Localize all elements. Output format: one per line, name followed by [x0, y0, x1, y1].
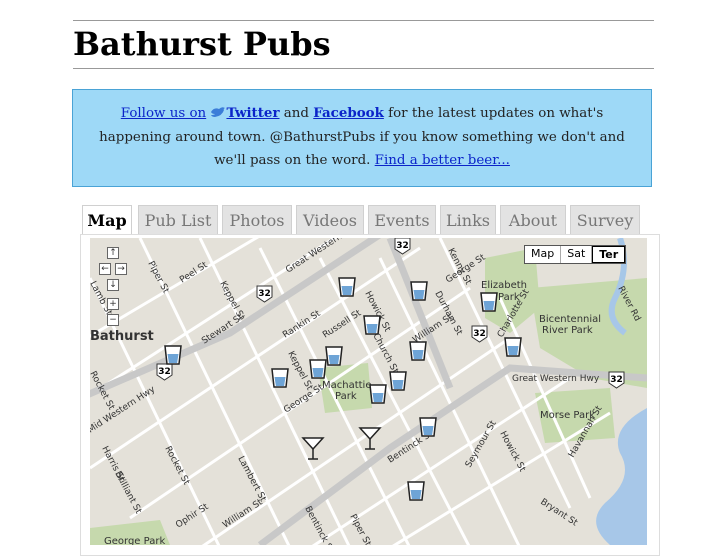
pub-marker[interactable] [409, 341, 427, 361]
twitter-bird-icon [210, 103, 226, 117]
label-machattie-park: Park [335, 391, 357, 402]
label-george-park: George Park [104, 536, 165, 545]
tab-about[interactable]: About [500, 205, 566, 235]
pan-up-control[interactable]: ↑ [107, 247, 119, 259]
pub-marker[interactable] [369, 384, 387, 404]
pub-marker[interactable] [338, 277, 356, 297]
zoom-out-control[interactable]: − [107, 314, 119, 326]
header-top-rule [73, 20, 654, 21]
pub-marker[interactable] [309, 359, 327, 379]
map-type-ter-button[interactable]: Ter [592, 246, 626, 263]
pub-marker[interactable] [363, 315, 381, 335]
notice-and: and [283, 106, 309, 121]
zoom-in-control[interactable]: + [107, 298, 119, 310]
site-title: Bathurst Pubs [73, 25, 331, 63]
pan-down-control[interactable]: ↓ [107, 279, 119, 291]
tab-links[interactable]: Links [440, 205, 496, 235]
tab-photos[interactable]: Photos [222, 205, 292, 235]
follow-us-link[interactable]: Follow us on [121, 106, 206, 121]
svg-text:32: 32 [396, 241, 409, 251]
pub-marker[interactable] [325, 346, 343, 366]
svg-text:32: 32 [610, 375, 623, 385]
pub-marker[interactable] [271, 368, 289, 388]
label-river-park: River Park [542, 325, 593, 336]
social-notice: Follow us on Twitter and Facebook for th… [72, 89, 652, 187]
label-elizabeth: Elizabeth [481, 280, 527, 291]
pub-marker[interactable] [389, 371, 407, 391]
map-type-sat-button[interactable]: Sat [561, 246, 593, 263]
pub-marker[interactable] [504, 337, 522, 357]
twitter-link[interactable]: Twitter [226, 105, 279, 121]
pan-left-control[interactable]: ← [99, 263, 111, 275]
header-bottom-rule [73, 68, 654, 69]
pub-marker[interactable] [410, 281, 428, 301]
pub-marker[interactable] [419, 417, 437, 437]
pub-marker[interactable] [480, 292, 498, 312]
tab-survey[interactable]: Survey [570, 205, 640, 235]
label-great-western-hwy: Great Western Hwy [512, 374, 600, 384]
map-type-selector: Map Sat Ter [524, 245, 627, 264]
svg-text:32: 32 [258, 289, 271, 299]
follow-us-text: Follow us on [120, 106, 207, 121]
pan-right-control[interactable]: → [115, 263, 127, 275]
find-better-beer-link[interactable]: Find a better beer... [375, 153, 510, 168]
pub-marker[interactable] [407, 481, 425, 501]
tab-pub-list[interactable]: Pub List [138, 205, 218, 235]
label-bicentennial: Bicentennial [539, 314, 601, 325]
svg-text:32: 32 [158, 367, 171, 377]
label-machattie: Machattie [322, 380, 372, 391]
svg-text:32: 32 [473, 329, 486, 339]
tab-map[interactable]: Map [82, 205, 132, 236]
pub-marker[interactable] [164, 345, 182, 365]
facebook-link[interactable]: Facebook [313, 105, 384, 121]
map-type-map-button[interactable]: Map [525, 246, 562, 263]
label-bathurst: Bathurst [90, 329, 154, 344]
tab-events[interactable]: Events [368, 205, 436, 235]
pub-map[interactable]: Bathurst Elizabeth Park Bicentennial Riv… [90, 238, 647, 545]
tab-videos[interactable]: Videos [296, 205, 364, 235]
